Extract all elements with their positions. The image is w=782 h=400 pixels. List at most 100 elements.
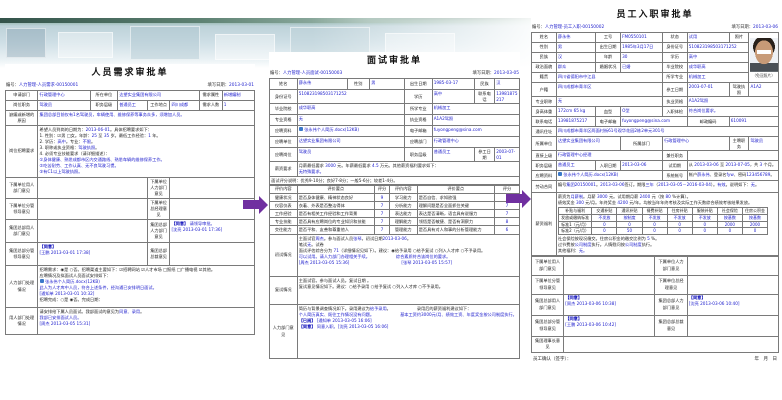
field-label: 劳动合同	[532, 181, 557, 193]
text-segment: A1A2	[750, 84, 761, 89]
field-value	[170, 199, 255, 220]
field-label: 住房补贴	[667, 208, 692, 215]
text-segment: 、密码	[734, 172, 747, 177]
field-label: 身份证号	[270, 90, 298, 104]
text-segment: 初试情况	[275, 252, 292, 257]
text-segment: 按制度	[623, 215, 635, 220]
text-segment: [张琴 2013-03-05 15:57]	[401, 260, 452, 265]
text-segment: 健康状况	[275, 195, 292, 200]
text-segment: 专业职称	[535, 99, 552, 104]
field-label: 评分	[495, 185, 520, 193]
text-segment: ②吃苦耐劳、工作认真、无不良驾驶习惯。	[40, 163, 119, 168]
text-segment: 普通员工	[119, 102, 136, 107]
text-segment: 邮政编码	[700, 119, 717, 124]
field-value: 表达是否清晰，语言具有说服力	[417, 210, 495, 218]
form-page-personnel-request: 人员需求审批单 编号：人力管理-人员需求-00150001 填写日期：2013-…	[5, 64, 255, 398]
text-segment: 是否具有应聘岗位的专业知识和技能	[299, 219, 366, 224]
field-label: 工作地点	[147, 101, 169, 111]
text-segment: 所在单位	[95, 92, 112, 97]
field-label: 人力部门意见	[270, 305, 298, 359]
field-value: 招聘需求：◉是 ○否。招聘渠道主要如下：☑招聘网站 ☑人才市场 □报纸 □广播电…	[38, 266, 255, 308]
field-label: 评价内容	[270, 185, 298, 193]
text-segment: 元。年薪最低要求	[336, 163, 372, 168]
field-value: 达望实业集团有限公司	[556, 137, 620, 151]
field-value: 510823198503171252	[687, 43, 749, 53]
field-value: 510823198503171252	[297, 90, 405, 104]
field-label: 下属单位人力部门意见	[655, 256, 687, 275]
text-segment: 招聘完成：○是 ◉否。完成日期：	[40, 297, 103, 302]
field-label: 集团总部用人部门意见	[532, 294, 564, 315]
attachment-icon[interactable]	[558, 172, 563, 177]
text-segment: 薪资要求	[275, 166, 292, 171]
text-segment: 工作经验	[275, 211, 292, 216]
text-segment: 机械加工	[434, 105, 451, 110]
field-label: 下属单位总经理意见	[147, 199, 169, 220]
field-value: 172cm 65 kg	[556, 107, 596, 117]
benefits-subtable: 补贴与福利交通补贴通讯补贴餐费补贴住房补贴服装补贴社会保险住房公积金发放或缴纳标…	[558, 207, 768, 235]
field-label: 分析能力	[390, 202, 418, 210]
field-value: 成华职高	[297, 104, 405, 115]
text-segment: 主面试官	[299, 236, 316, 241]
field-label: 所在单位	[90, 91, 117, 101]
text-segment: 帐户	[689, 172, 697, 177]
banner-tile	[58, 32, 113, 58]
field-label: 学习能力	[390, 194, 418, 202]
text-segment: 四川成都市青羊区	[558, 84, 592, 89]
form-date: 填写日期：2013-03-01	[208, 82, 254, 88]
attachment-icon[interactable]	[40, 279, 45, 284]
field-label: 所学专业	[662, 73, 687, 83]
text-segment: 610091	[731, 118, 747, 123]
text-segment: [周杰 2013-03-05 15:31]	[40, 321, 91, 326]
text-segment: ③有C1以上驾驶执照。	[40, 169, 83, 174]
form-date: 填写日期：2013-03-05	[473, 70, 519, 76]
field-value	[687, 275, 778, 294]
field-value: 0	[592, 221, 617, 228]
attachment-link[interactable]: 张永伟个人简历.docx(12KB)	[304, 127, 359, 132]
attachment-link[interactable]: 张永伟个人简历.docx(12KB)	[45, 279, 100, 284]
field-label: 复试情况	[270, 277, 298, 305]
text-segment: 同意入职。[沈亮 2013-03-05 16:06]	[317, 324, 389, 329]
field-value: fuyongpeng@sina.com	[432, 126, 520, 137]
text-segment: 主面试官。参与面试人员。复试日期 。	[299, 278, 372, 283]
text-segment: 评分	[378, 186, 386, 191]
attachment-link[interactable]: 张永伟个人简历.docx(12KB)	[563, 172, 618, 177]
field-label: 籍贯	[532, 73, 557, 83]
field-value: 13981875217	[556, 117, 596, 127]
text-segment: 简历与背景调查情况如下。录用建议为	[299, 306, 370, 311]
text-segment: 评价内容	[275, 186, 292, 191]
text-segment: 给予录用	[370, 306, 387, 311]
field-value: A1A2驾照	[432, 115, 520, 126]
text-segment: 172cm 65 kg	[558, 108, 585, 113]
text-segment: 2013-03-06	[694, 162, 718, 167]
text-segment: 0	[754, 228, 757, 233]
field-value: 男	[370, 79, 405, 90]
page-root: 人员需求审批单 编号：人力管理-人员需求-00150001 填写日期：2013-…	[0, 0, 782, 400]
form-footer: 员工确认（签字）： 年 月 日	[533, 356, 777, 362]
text-segment: 。	[140, 309, 144, 314]
text-segment: 用人部门处理情况	[9, 315, 34, 326]
text-segment: 2013-03-06	[383, 236, 407, 241]
text-segment: 。说明如下：	[726, 182, 751, 187]
text-segment: 集团总部总裁意见	[150, 248, 167, 259]
text-segment: 。	[407, 236, 411, 241]
field-value: O型	[620, 107, 662, 117]
table-row: 发放或缴纳标准不发放按制度不发放不发放不发放按基数按基数	[558, 214, 767, 221]
text-segment: 不发放	[699, 215, 711, 220]
field-value	[38, 199, 148, 220]
text-segment: 是否身体健康、精神状态良好	[299, 195, 353, 200]
text-segment: 无	[558, 98, 562, 103]
field-label: 性别	[532, 43, 557, 53]
field-value: 编号集团20150001。2013-03-06签订。期限三年（2013-03-0…	[556, 181, 778, 193]
text-segment: 4. 必须专业技能要求（请详细描述）：	[40, 151, 110, 156]
table-row: 性别男出生日期1985年3月17日身份证号510823198503171252	[532, 43, 779, 53]
text-segment: 执业资格	[666, 99, 683, 104]
field-label: 餐费补贴	[642, 208, 667, 215]
text-segment: 普通员工	[434, 149, 451, 154]
text-segment: 衣着、外表是否整洁得体	[299, 203, 345, 208]
text-segment: 血型	[604, 109, 612, 114]
text-segment: 按基数	[749, 215, 761, 220]
table-row: 用人部门处理情况请安排给下属人员面试。我部面试的意见为同意、录用。我部已安排面试…	[6, 308, 255, 335]
field-label: 用人部门处理情况	[6, 308, 38, 335]
attachment-icon[interactable]	[299, 127, 304, 132]
text-segment: 交通补贴	[596, 208, 612, 213]
